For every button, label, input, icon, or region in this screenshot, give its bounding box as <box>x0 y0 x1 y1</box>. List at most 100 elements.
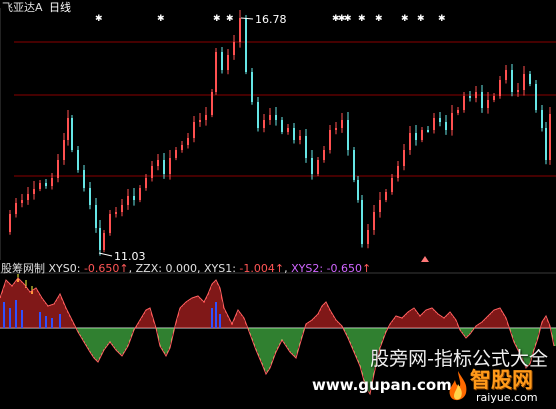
candle-body <box>511 70 513 92</box>
candle-body <box>63 140 65 160</box>
candle-body <box>67 118 69 140</box>
candle-body <box>415 133 417 140</box>
candle-body <box>199 120 201 122</box>
zzx-value: 0.000 <box>165 262 197 275</box>
xys2-label: XYS2: <box>291 262 324 275</box>
low-pointer <box>98 252 113 257</box>
candle-body <box>275 115 277 120</box>
candle-body <box>157 160 159 166</box>
candle-body <box>403 150 405 166</box>
candle-body <box>169 158 171 174</box>
candle-body <box>545 128 547 160</box>
candle-body <box>549 114 551 160</box>
candle-body <box>505 70 507 80</box>
candle-body <box>439 118 441 122</box>
candle-body <box>163 160 165 174</box>
star-marker-icon: ✱ <box>358 14 366 24</box>
brand-name: 智股网 <box>470 368 533 392</box>
xys1-value: -1.004 <box>239 262 275 275</box>
candle-body <box>305 136 307 158</box>
candle-body <box>427 130 429 132</box>
candle-body <box>353 150 355 180</box>
candle-body <box>99 228 101 250</box>
star-marker-icon: ✱ <box>375 14 383 24</box>
star-marker-icon: ✱ <box>157 14 165 24</box>
candle-body <box>317 160 319 174</box>
candlestick-series <box>9 10 551 256</box>
candle-body <box>445 122 447 130</box>
candle-body <box>51 178 53 186</box>
candle-body <box>281 120 283 132</box>
candle-body <box>397 166 399 178</box>
stock-name: 飞亚达A <box>2 1 43 14</box>
candle-body <box>57 160 59 178</box>
candle-body <box>27 194 29 200</box>
candle-body <box>299 136 301 140</box>
candle-body <box>469 96 471 98</box>
candle-body <box>347 120 349 150</box>
candle-body <box>499 80 501 96</box>
candle-body <box>421 130 423 140</box>
candle-body <box>187 138 189 145</box>
star-marker-icon: ✱ <box>226 14 234 24</box>
candle-body <box>245 18 247 72</box>
zzx-label: ZZX: <box>135 262 162 275</box>
star-marker-icon: ✱ <box>438 14 446 24</box>
separator: , <box>284 262 288 275</box>
candle-body <box>139 188 141 200</box>
candle-body <box>475 92 477 98</box>
candle-body <box>457 110 459 113</box>
high-pointer <box>240 17 254 20</box>
indicator-name: 股筹网制 <box>1 262 45 275</box>
candle-body <box>535 84 537 110</box>
candle-body <box>433 118 435 130</box>
candle-body <box>77 150 79 170</box>
candle-body <box>379 200 381 212</box>
star-marker-icon: ✱ <box>401 14 409 24</box>
candle-body <box>45 183 47 186</box>
candle-body <box>121 205 123 212</box>
triangle-marker-icon <box>421 256 429 262</box>
candle-body <box>9 214 11 232</box>
candle-body <box>33 189 35 194</box>
candle-body <box>15 203 17 214</box>
star-marker-icon: ✱ <box>344 14 352 24</box>
candle-body <box>493 96 495 100</box>
candle-body <box>239 18 241 42</box>
candle-body <box>517 90 519 92</box>
candle-body <box>409 133 411 150</box>
up-arrow-icon: ↑ <box>362 262 372 275</box>
candle-body <box>391 178 393 192</box>
xys1-label: XYS1: <box>203 262 236 275</box>
candle-body <box>523 74 525 90</box>
star-marker-icon: ✱ <box>417 14 425 24</box>
indicator-legend: 股筹网制 XYS0: -0.650↑, ZZX: 0.000, XYS1: -1… <box>1 262 371 275</box>
candle-body <box>215 52 217 92</box>
candle-body <box>361 200 363 244</box>
candle-body <box>463 96 465 110</box>
candle-body <box>269 115 271 120</box>
xys0-value: -0.650 <box>83 262 120 275</box>
candle-body <box>341 120 343 128</box>
candle-body <box>103 233 105 250</box>
candle-body <box>367 230 369 244</box>
candle-body <box>227 55 229 70</box>
separator: , <box>128 262 133 275</box>
price-gridlines <box>0 8 556 260</box>
candle-body <box>133 196 135 200</box>
candle-body <box>373 212 375 230</box>
candle-body <box>175 150 177 158</box>
candle-body <box>233 42 235 55</box>
candle-body <box>311 158 313 174</box>
star-marker-icon: ✱ <box>213 14 221 24</box>
candle-body <box>83 170 85 188</box>
candle-body <box>329 130 331 150</box>
xys2-value: -0.650 <box>326 262 363 275</box>
flame-icon <box>449 371 467 401</box>
candle-body <box>529 74 531 84</box>
candle-body <box>109 214 111 233</box>
brand-domain: raiyue.com <box>476 391 538 404</box>
separator: , <box>196 262 201 275</box>
candle-body <box>323 150 325 160</box>
candle-body <box>385 192 387 200</box>
